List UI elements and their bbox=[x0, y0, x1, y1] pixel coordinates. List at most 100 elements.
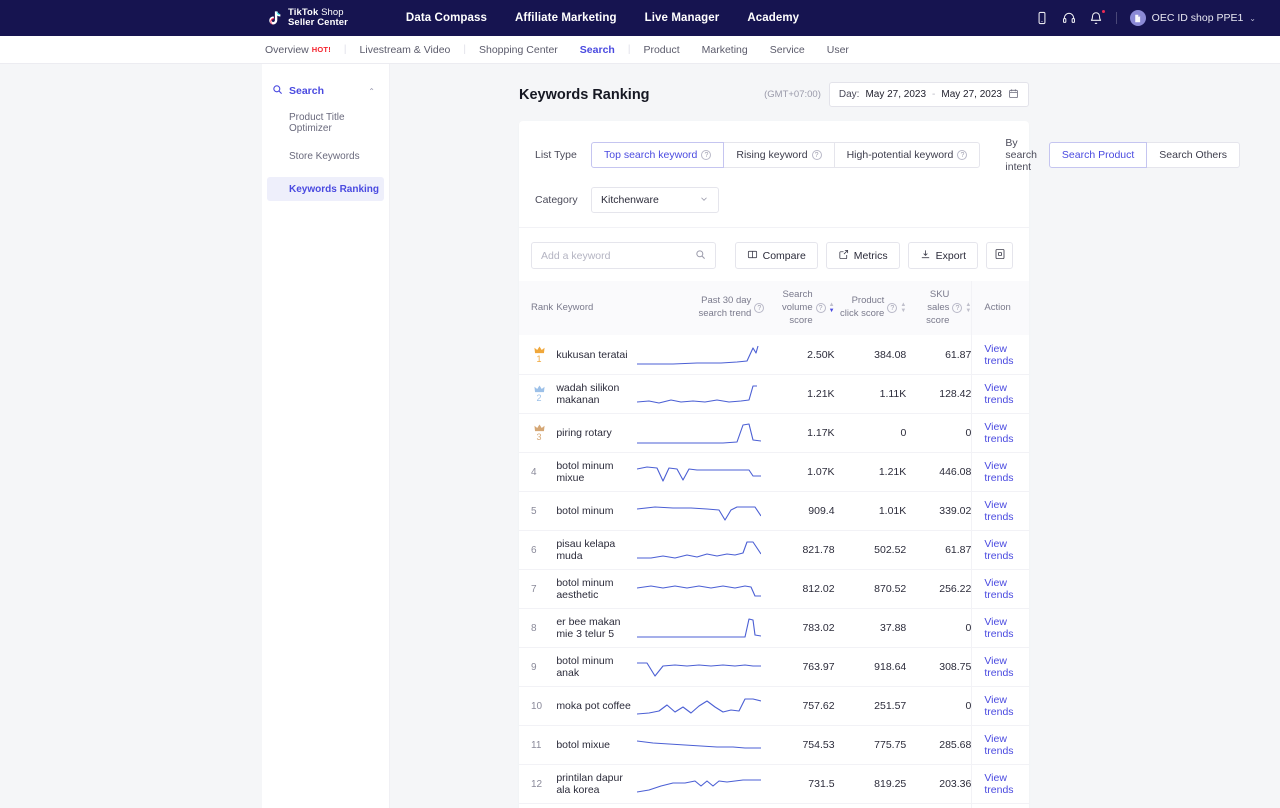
cell-action: View trends bbox=[971, 374, 1029, 414]
save-view-button[interactable] bbox=[986, 242, 1013, 269]
category-select[interactable]: Kitchenware bbox=[591, 187, 719, 213]
calendar-icon[interactable] bbox=[1008, 86, 1019, 104]
cell-rank: 3 bbox=[519, 413, 556, 452]
view-trends-link[interactable]: View trends bbox=[984, 421, 1013, 445]
subnav-item-search[interactable]: Search bbox=[569, 44, 626, 56]
mobile-icon[interactable] bbox=[1035, 11, 1049, 25]
search-intent-search-product[interactable]: Search Product bbox=[1048, 142, 1148, 168]
subnav-item-user[interactable]: User bbox=[816, 44, 860, 56]
search-icon[interactable] bbox=[695, 247, 706, 265]
cell-search-trend bbox=[636, 452, 765, 491]
cell-search-volume-score: 723.99 bbox=[764, 803, 834, 808]
help-icon[interactable]: ? bbox=[815, 303, 826, 314]
column-header-rank[interactable]: Rank bbox=[519, 281, 557, 336]
help-icon[interactable]: ? bbox=[887, 303, 898, 314]
view-trends-link[interactable]: View trends bbox=[984, 577, 1013, 601]
subnav-item-marketing[interactable]: Marketing bbox=[691, 44, 759, 56]
sidebar-item-store-keywords[interactable]: Store Keywords bbox=[267, 144, 384, 168]
column-header-search-trend[interactable]: Past 30 day search trend ? bbox=[636, 281, 765, 336]
tiktok-shop-seller-center-logo[interactable]: TikTok Shop Seller Center bbox=[265, 8, 348, 27]
date-range-end: May 27, 2023 bbox=[941, 89, 1002, 100]
view-trends-link[interactable]: View trends bbox=[984, 694, 1013, 718]
list-type-rising-keyword[interactable]: Rising keyword ? bbox=[723, 142, 835, 168]
export-button[interactable]: Export bbox=[907, 242, 978, 269]
chevron-down-icon bbox=[699, 191, 709, 209]
help-icon[interactable]: ? bbox=[811, 150, 822, 160]
view-trends-link[interactable]: View trends bbox=[984, 382, 1013, 406]
sparkline-chart bbox=[636, 662, 761, 677]
column-header-search-volume-score[interactable]: Search volume score ? ▲ ▼ bbox=[764, 281, 835, 336]
metrics-icon bbox=[838, 249, 849, 263]
view-trends-link[interactable]: View trends bbox=[984, 655, 1013, 679]
sidebar-group-search[interactable]: Search ⌃ bbox=[262, 80, 389, 102]
column-header-product-click-score[interactable]: Product click score ? ▲ ▼ bbox=[834, 281, 907, 336]
user-account-menu[interactable]: OEC ID shop PPE1 ⌄ bbox=[1129, 10, 1256, 26]
hot-badge: HOT! bbox=[311, 45, 331, 54]
cell-action: View trends bbox=[971, 335, 1029, 375]
compare-label: Compare bbox=[762, 249, 806, 262]
sparkline-chart bbox=[636, 466, 761, 482]
rank-number: 6 bbox=[531, 544, 537, 556]
list-type-top-search-keyword[interactable]: Top search keyword ? bbox=[591, 142, 725, 168]
cell-search-volume-score: 909.4 bbox=[808, 504, 835, 517]
subnav-item-livestream-video[interactable]: Livestream & Video bbox=[349, 44, 462, 56]
view-trends-link[interactable]: View trends bbox=[984, 616, 1013, 640]
sort-control-sku-sales-score[interactable]: ▲ ▼ bbox=[965, 302, 971, 314]
tiktok-note-icon bbox=[265, 9, 283, 27]
rank-medal: 2 bbox=[531, 385, 547, 403]
subnav-item-product[interactable]: Product bbox=[632, 44, 690, 56]
compare-button[interactable]: Compare bbox=[734, 242, 818, 269]
subnav-item-shopping-center[interactable]: Shopping Center bbox=[468, 44, 569, 56]
bell-icon[interactable] bbox=[1089, 9, 1106, 25]
help-icon[interactable]: ? bbox=[754, 303, 765, 314]
subnav-item-overview[interactable]: Overview HOT! bbox=[265, 44, 342, 56]
date-range-picker[interactable]: Day: May 27, 2023 - May 27, 2023 bbox=[828, 82, 1029, 107]
view-trends-link[interactable]: View trends bbox=[984, 538, 1013, 562]
logo-line2: Seller Center bbox=[288, 17, 348, 28]
view-trends-link[interactable]: View trends bbox=[984, 733, 1013, 757]
list-type-high-potential-keyword[interactable]: High-potential keyword ? bbox=[833, 142, 981, 168]
column-header-sku-sales-score[interactable]: SKU sales score ? ▲ ▼ bbox=[906, 281, 972, 336]
metrics-button[interactable]: Metrics bbox=[825, 242, 900, 269]
cell-product-click-score: 819.91 bbox=[835, 803, 907, 808]
column-header-action-label: Action bbox=[984, 301, 1011, 313]
table-row: 9 botol minum anak 763.97 918.64 308.75 View … bbox=[519, 647, 1029, 687]
nav-link-data-compass[interactable]: Data Compass bbox=[406, 12, 487, 24]
sidebar-item-product-title-optimizer[interactable]: Product Title Optimizer bbox=[267, 111, 384, 135]
page-title: Keywords Ranking bbox=[519, 86, 650, 103]
headset-icon[interactable] bbox=[1062, 11, 1076, 25]
search-intent-segmented-control: Search Product Search Others bbox=[1048, 142, 1240, 168]
help-icon[interactable]: ? bbox=[701, 150, 712, 160]
rank-number: 2 bbox=[536, 393, 542, 404]
nav-link-live-manager[interactable]: Live Manager bbox=[645, 12, 720, 24]
keyword-search-box[interactable] bbox=[531, 242, 716, 269]
column-header-keyword[interactable]: Keyword bbox=[556, 281, 637, 336]
page-header: Keywords Ranking (GMT+07:00) Day: May 27… bbox=[519, 64, 1029, 121]
keywords-ranking-table: Rank Keyword Past 30 day search trend ? bbox=[519, 281, 1029, 808]
table-header-row: Rank Keyword Past 30 day search trend ? bbox=[519, 281, 1029, 336]
table-header: Rank Keyword Past 30 day search trend ? bbox=[519, 281, 1029, 336]
chevron-down-icon: ⌄ bbox=[1249, 13, 1256, 23]
sidebar-item-keywords-ranking[interactable]: Keywords Ranking bbox=[267, 177, 384, 201]
cell-sku-sales-score: 285.68 bbox=[939, 738, 972, 751]
nav-link-academy[interactable]: Academy bbox=[747, 12, 799, 24]
help-icon[interactable]: ? bbox=[952, 303, 963, 314]
cell-search-volume-score: 754.53 bbox=[802, 738, 835, 751]
cell-product-click-score: 870.52 bbox=[874, 582, 907, 595]
view-trends-link[interactable]: View trends bbox=[984, 343, 1013, 367]
view-trends-link[interactable]: View trends bbox=[984, 499, 1013, 523]
view-trends-link[interactable]: View trends bbox=[984, 460, 1013, 484]
rank-number: 9 bbox=[531, 661, 537, 673]
view-trends-link[interactable]: View trends bbox=[984, 772, 1013, 796]
search-icon bbox=[272, 82, 283, 100]
help-icon[interactable]: ? bbox=[957, 150, 968, 160]
page-header-actions: (GMT+07:00) Day: May 27, 2023 - May 27, … bbox=[764, 82, 1029, 107]
search-intent-search-others[interactable]: Search Others bbox=[1146, 142, 1240, 168]
cell-keyword: pisau kelapa muda bbox=[556, 537, 616, 562]
cell-search-volume-score: 821.78 bbox=[802, 543, 835, 556]
nav-link-affiliate-marketing[interactable]: Affiliate Marketing bbox=[515, 12, 617, 24]
subnav-item-service[interactable]: Service bbox=[759, 44, 816, 56]
page-body: Search ⌃ Product Title Optimizer Store K… bbox=[0, 64, 1280, 808]
search-input[interactable] bbox=[541, 249, 695, 262]
rank-medal: 3 bbox=[531, 424, 547, 442]
